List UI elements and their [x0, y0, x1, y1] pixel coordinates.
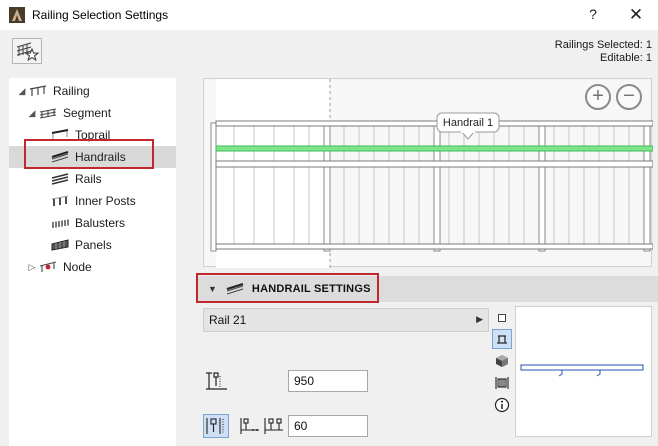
handrail-offset-icon — [240, 418, 283, 434]
tree-scroll-strip — [176, 78, 192, 446]
segment-icon — [39, 108, 57, 119]
cube-icon — [496, 355, 508, 367]
tree-item-node[interactable]: ▷ Node — [9, 256, 176, 278]
view-elevation-tool[interactable] — [492, 373, 512, 393]
railing-icon — [29, 85, 47, 96]
handrail-side-view — [520, 364, 644, 377]
tree-item-label: Rails — [75, 172, 102, 186]
panels-icon — [51, 239, 69, 251]
window-title: Railing Selection Settings — [32, 8, 169, 22]
view-profile-tool[interactable] — [492, 329, 512, 349]
handrail-settings-highlight-box — [196, 273, 379, 303]
favorites-icon — [16, 42, 40, 62]
settings-tree: ◢ Railing ◢ Segment Toprail Handrails Ra… — [9, 78, 176, 446]
close-button[interactable]: ✕ — [626, 5, 646, 25]
handrails-highlight-box — [24, 139, 154, 169]
handrail-height-icon — [206, 372, 227, 390]
selection-info: Railings Selected: 1 Editable: 1 — [555, 39, 652, 65]
zoom-out-button[interactable]: − — [616, 84, 642, 110]
help-button[interactable]: ? — [583, 6, 603, 24]
expand-arrow-icon[interactable]: ◢ — [27, 108, 37, 119]
tree-item-panels[interactable]: Panels — [9, 234, 176, 256]
tree-item-label: Panels — [75, 238, 112, 252]
tree-item-rails[interactable]: Rails — [9, 168, 176, 190]
balusters-icon — [52, 219, 69, 228]
profile-selector[interactable]: Rail 21 ▶ — [203, 308, 489, 332]
tree-item-segment[interactable]: ◢ Segment — [9, 102, 176, 124]
handrail-offset-input[interactable] — [288, 415, 368, 437]
tree-item-label: Node — [63, 260, 92, 274]
tree-item-label: Inner Posts — [75, 194, 136, 208]
handrail-tooltip-text: Handrail 1 — [443, 117, 493, 129]
tree-item-railing[interactable]: ◢ Railing — [9, 80, 176, 102]
expand-arrow-icon[interactable]: ◢ — [17, 86, 27, 97]
selected-handrail-line[interactable] — [215, 145, 654, 152]
tree-item-label: Segment — [63, 106, 112, 120]
offset-toggle-button[interactable] — [203, 414, 229, 438]
archicad-app-icon — [9, 7, 25, 23]
tree-item-label: Balusters — [75, 216, 126, 230]
handrail-profile-preview — [515, 306, 652, 437]
play-arrow-icon: ▶ — [476, 314, 483, 324]
handrail-tooltip: Handrail 1 — [436, 112, 500, 140]
railing-preview[interactable]: Handrail 1 — [203, 78, 654, 268]
square-outline-icon — [498, 314, 506, 322]
profile-name: Rail 21 — [209, 313, 247, 327]
title-bar: Railing Selection Settings ? ✕ — [0, 0, 658, 30]
tree-item-balusters[interactable]: Balusters — [9, 212, 176, 234]
profile-section-icon — [497, 335, 507, 344]
favorites-button[interactable] — [12, 38, 42, 64]
info-icon — [494, 397, 510, 413]
zoom-in-button[interactable]: + — [585, 84, 611, 110]
offset-reference-icon — [206, 418, 224, 434]
view-outline-tool[interactable] — [492, 308, 512, 328]
info-tool[interactable] — [492, 395, 512, 415]
tree-item-inner-posts[interactable]: Inner Posts — [9, 190, 176, 212]
editable-count: Editable: 1 — [600, 52, 652, 64]
view-3d-tool[interactable] — [492, 351, 512, 371]
tree-item-label: Railing — [53, 84, 90, 98]
railing-elevation-drawing: Handrail 1 — [210, 79, 654, 268]
handrail-height-input[interactable] — [288, 370, 368, 392]
node-icon — [39, 261, 57, 272]
railings-selected-count: Railings Selected: 1 — [554, 39, 652, 51]
rails-icon — [51, 173, 69, 185]
inner-posts-icon — [51, 195, 69, 206]
expand-arrow-icon[interactable]: ▷ — [27, 262, 37, 273]
film-strip-icon — [495, 377, 509, 389]
